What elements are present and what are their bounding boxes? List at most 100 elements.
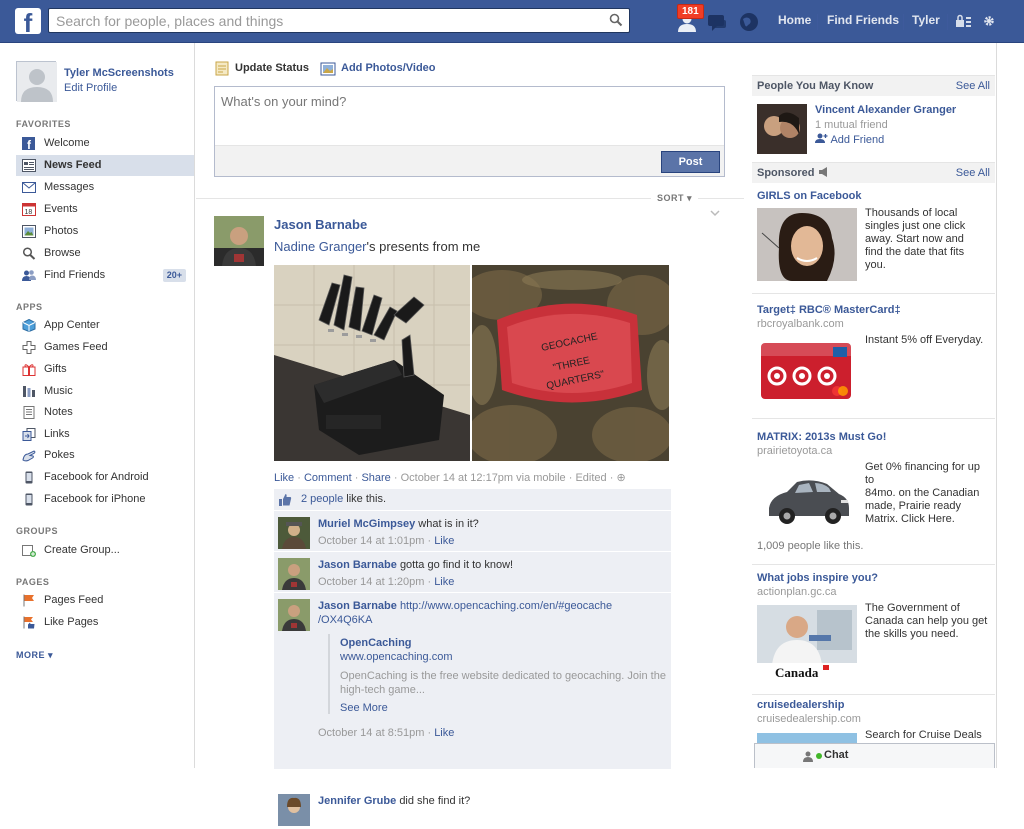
privacy-lock-icon[interactable] xyxy=(955,14,971,28)
tab-add-photos-video[interactable]: Add Photos/Video xyxy=(341,62,436,74)
settings-gear-icon[interactable] xyxy=(982,14,996,28)
link-preview-title[interactable]: OpenCaching xyxy=(340,637,412,649)
sort-dropdown[interactable]: SORT ▾ xyxy=(651,193,699,204)
sort-label: SORT xyxy=(657,193,685,203)
ad-body: The Government of Canada can help you ge… xyxy=(865,602,991,641)
comment-time[interactable]: October 14 at 1:01pm xyxy=(318,535,424,547)
canada-wordmark: Canada xyxy=(775,665,819,680)
story-author-avatar[interactable] xyxy=(214,216,264,266)
comment-time[interactable]: October 14 at 8:51pm xyxy=(318,727,424,739)
sidebar-item-gifts[interactable]: Gifts xyxy=(16,359,194,380)
sidebar-item-like-pages[interactable]: Like Pages xyxy=(16,612,194,633)
commenter-avatar[interactable] xyxy=(278,558,310,590)
nav-find-friends[interactable]: Find Friends xyxy=(827,13,899,27)
comment-like-link[interactable]: Like xyxy=(434,727,454,739)
commenter-avatar[interactable] xyxy=(278,517,310,549)
page-scrollbar[interactable] xyxy=(996,43,1024,768)
likes-count-link[interactable]: 2 people xyxy=(301,493,343,505)
post-button[interactable]: Post xyxy=(661,151,720,173)
tab-update-status[interactable]: Update Status xyxy=(235,62,309,74)
status-input[interactable] xyxy=(215,87,724,145)
ad-social-context[interactable]: 1,009 people like this. xyxy=(757,540,863,552)
story-author[interactable]: Jason Barnabe xyxy=(274,217,367,232)
comment-url-link[interactable]: http://www.opencaching.com/en/#geocache xyxy=(400,600,612,612)
story-timestamp[interactable]: October 14 at 12:17pm via mobile xyxy=(401,472,566,484)
sidebar-item-facebook-android[interactable]: Facebook for Android xyxy=(16,467,194,488)
like-link[interactable]: Like xyxy=(274,472,294,484)
profile-avatar[interactable] xyxy=(16,61,57,102)
commenter-avatar[interactable] xyxy=(278,599,310,631)
woman-portrait-image xyxy=(757,208,857,281)
ad-image[interactable]: Canada xyxy=(757,605,857,680)
sidebar-item-create-group[interactable]: Create Group... xyxy=(16,540,194,561)
story-photo-geocache[interactable]: GEOCACHE "THREE QUARTERS" xyxy=(472,265,669,461)
chat-bar[interactable]: Chat xyxy=(754,743,995,768)
sidebar-item-welcome[interactable]: f Welcome xyxy=(16,133,194,154)
sidebar-item-find-friends[interactable]: Find Friends 20+ xyxy=(16,265,194,286)
facebook-logo[interactable]: f xyxy=(15,8,41,34)
ad-url: rbcroyalbank.com xyxy=(757,318,844,330)
comment-time[interactable]: October 14 at 1:20pm xyxy=(318,576,424,588)
sidebar-item-pokes[interactable]: Pokes xyxy=(16,445,194,466)
pymk-mutual[interactable]: 1 mutual friend xyxy=(815,119,888,131)
nav-home[interactable]: Home xyxy=(778,13,811,27)
story-text: Nadine Granger's presents from me xyxy=(274,239,480,254)
search-icon[interactable] xyxy=(609,13,623,27)
search-input[interactable] xyxy=(49,9,599,32)
ad-image[interactable] xyxy=(757,468,857,534)
comment-link[interactable]: Comment xyxy=(304,472,352,484)
tagged-person-link[interactable]: Nadine Granger xyxy=(274,239,367,254)
edited-label[interactable]: Edited xyxy=(575,472,606,484)
edit-profile-link[interactable]: Edit Profile xyxy=(64,82,117,94)
commenter-avatar[interactable] xyxy=(278,794,310,826)
gift-icon xyxy=(22,364,36,376)
story-photo-knives[interactable] xyxy=(274,265,470,461)
comment-author-link[interactable]: Jason Barnabe xyxy=(318,600,397,612)
sidebar-item-games-feed[interactable]: Games Feed xyxy=(16,337,194,358)
ad-title[interactable]: What jobs inspire you? xyxy=(757,572,878,584)
comments-section: 2 people like this. Muriel McGimpsey wha… xyxy=(274,489,671,826)
notifications-globe-icon[interactable] xyxy=(738,11,760,33)
more-link[interactable]: MORE ▾ xyxy=(16,650,53,661)
sidebar-item-news-feed[interactable]: News Feed xyxy=(16,155,194,176)
sidebar-item-facebook-iphone[interactable]: Facebook for iPhone xyxy=(16,489,194,510)
sidebar-item-links[interactable]: Links xyxy=(16,424,194,445)
sidebar-item-events[interactable]: 18 Events xyxy=(16,199,194,220)
ad-image[interactable] xyxy=(757,341,857,403)
ad-title[interactable]: Target‡ RBC® MasterCard‡ xyxy=(757,304,901,316)
sidebar-item-app-center[interactable]: App Center xyxy=(16,315,194,336)
comment-like-link[interactable]: Like xyxy=(434,576,454,588)
share-link[interactable]: Share xyxy=(361,472,390,484)
pymk-avatar[interactable] xyxy=(757,104,807,154)
comment-author: Jennifer Grube did she find it? xyxy=(318,795,470,807)
comment-like-link[interactable]: Like xyxy=(434,535,454,547)
pymk-name[interactable]: Vincent Alexander Granger xyxy=(815,104,956,116)
comment-author-link[interactable]: Jason Barnabe xyxy=(318,559,397,571)
add-friend-button[interactable]: Add Friend xyxy=(815,133,884,146)
sponsored-see-all-link[interactable]: See All xyxy=(956,163,990,183)
globe-privacy-icon[interactable]: ⊕ xyxy=(616,472,625,484)
ad-image[interactable] xyxy=(757,208,857,281)
sidebar-item-photos[interactable]: Photos xyxy=(16,221,194,242)
nav-profile[interactable]: Tyler xyxy=(912,13,940,27)
sidebar-item-music[interactable]: Music xyxy=(16,381,194,402)
messages-jewel-icon[interactable] xyxy=(706,12,728,34)
comment-author-link[interactable]: Jennifer Grube xyxy=(318,795,396,807)
sidebar-item-pages-feed[interactable]: Pages Feed xyxy=(16,590,194,611)
see-more-link[interactable]: See More xyxy=(340,702,388,714)
sidebar-item-notes[interactable]: Notes xyxy=(16,402,194,423)
ad-text-line: 84mo. on the Canadian xyxy=(865,487,980,499)
comment-author-link[interactable]: Muriel McGimpsey xyxy=(318,518,415,530)
pymk-see-all-link[interactable]: See All xyxy=(956,76,990,96)
comment-url-link-continued[interactable]: /OX4Q6KA xyxy=(318,614,372,626)
ad-title[interactable]: MATRIX: 2013s Must Go! xyxy=(757,431,886,443)
sidebar-item-browse[interactable]: Browse xyxy=(16,243,194,264)
music-icon xyxy=(23,386,35,397)
ad-title[interactable]: cruisedealership xyxy=(757,699,844,711)
link-preview-url[interactable]: www.opencaching.com xyxy=(340,651,453,663)
sidebar-item-messages[interactable]: Messages xyxy=(16,177,194,198)
profile-name[interactable]: Tyler McScreenshots xyxy=(64,67,174,79)
ad-title[interactable]: GIRLS on Facebook xyxy=(757,190,862,202)
story-options-chevron-icon[interactable] xyxy=(710,209,720,217)
messages-icon xyxy=(22,182,36,193)
